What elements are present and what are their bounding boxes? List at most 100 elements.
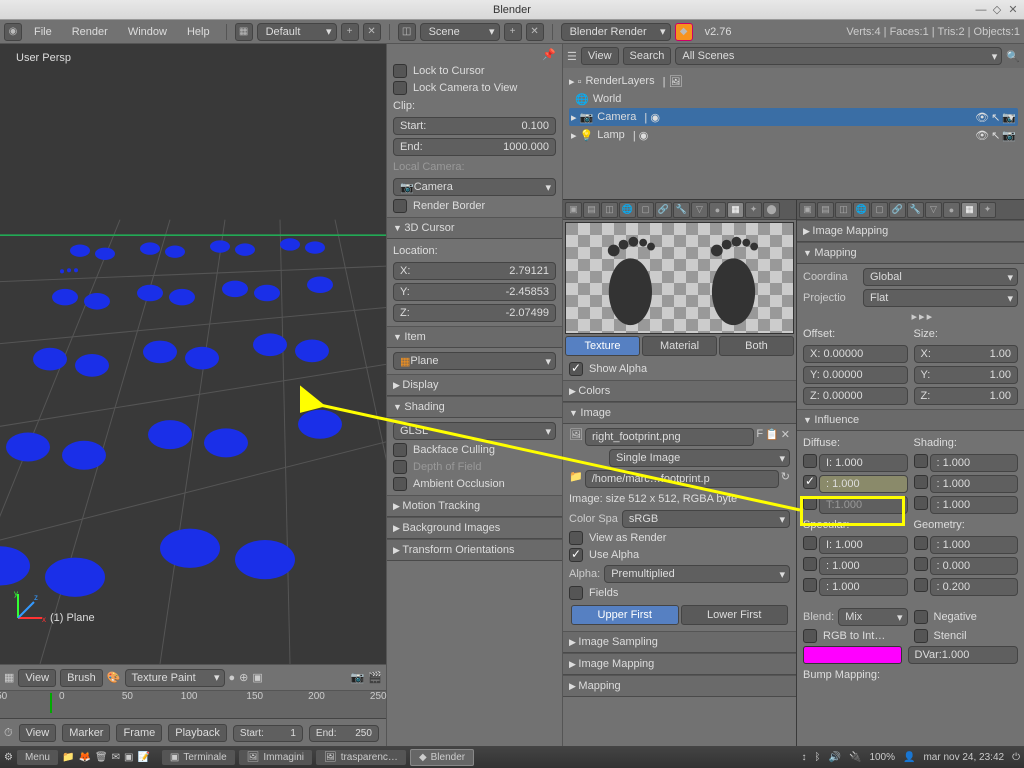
mapping-panel-2[interactable]: Mapping [563,675,796,697]
menu-window[interactable]: Window [120,24,175,40]
timeline-ruler[interactable]: -50 0 50 100 150 200 250 [0,691,386,719]
folder-icon[interactable]: 📁 [569,470,583,488]
pivot-icon[interactable]: ⊕ [239,671,248,684]
image-panel[interactable]: Image [563,402,796,424]
outliner-row-renderlayers[interactable]: ▸ ▫ RenderLayers| 🖼 [569,72,1018,90]
outliner-filter[interactable]: All Scenes [675,47,1002,65]
clip-end-field[interactable]: End:1000.000 [393,138,556,156]
outliner-row-camera[interactable]: ▸ 📷 Camera| ◉👁↖📷 [569,108,1018,126]
outliner-view-menu[interactable]: View [581,47,619,65]
image-source-selector[interactable]: Single Image [609,449,790,467]
close-icon[interactable]: ✕ [1006,3,1020,17]
size-y-field[interactable]: Y:1.00 [914,366,1019,384]
maximize-icon[interactable]: ◇ [990,3,1004,17]
tray-bluetooth-icon[interactable]: ᛒ [815,752,821,763]
item-panel-header[interactable]: Item [387,326,562,348]
shading-mode-selector[interactable]: GLSL [393,422,556,440]
local-camera-field[interactable]: 📷 Camera [393,178,556,196]
tab-constraints-r[interactable]: 🔗 [889,202,906,218]
offset-y-field[interactable]: Y: 0.00000 [803,366,908,384]
cursor-panel-header[interactable]: 3D Cursor [387,217,562,239]
outliner-icon[interactable]: ☰ [567,50,577,63]
tray-battery-icon[interactable]: 🔌 [849,752,861,763]
image-path-field[interactable]: /home/marc…footprint.p [585,470,779,488]
ao-checkbox[interactable] [393,477,407,491]
use-alpha-checkbox[interactable] [569,548,583,562]
render-engine-selector[interactable]: Blender Render [561,23,671,41]
lower-first-button[interactable]: Lower First [681,605,789,625]
snap-icon[interactable]: ▣ [252,671,262,684]
tab-texture-r[interactable]: ▦ [961,202,978,218]
geom-normal-check[interactable] [914,536,928,550]
shading-emit-field[interactable]: : 1.000 [930,475,1019,493]
tab-data[interactable]: ▽ [691,202,708,218]
3d-viewport[interactable]: User Persp (1) Plane x y z [0,44,386,664]
outliner-search-menu[interactable]: Search [623,47,672,65]
display-panel-header[interactable]: Display [387,374,562,396]
lock-cursor-checkbox[interactable] [393,64,407,78]
remove-scene-button[interactable]: ✕ [526,23,544,41]
preview-texture-tab[interactable]: Texture [565,336,640,356]
eye-icon[interactable]: 👁 [975,111,989,124]
tab-render-r[interactable]: ▣ [799,202,816,218]
eye-icon[interactable]: 👁 [975,129,989,142]
tab-object-r[interactable]: ▢ [871,202,888,218]
axis-x-button[interactable]: ▸ [912,310,918,323]
tray-shutdown-icon[interactable]: ⏻ [1012,752,1020,763]
spec-color-field[interactable]: : 1.000 [819,557,908,575]
tab-modifiers-r[interactable]: 🔧 [907,202,924,218]
image-mapping-panel[interactable]: Image Mapping [563,653,796,675]
influence-hdr[interactable]: Influence [797,409,1024,431]
spec-hardness-check[interactable] [803,578,817,592]
colorspace-selector[interactable]: sRGB [622,510,790,528]
cursor-icon[interactable]: ↖ [991,129,1000,142]
tray-network-icon[interactable]: ↕ [802,752,807,763]
tab-physics[interactable]: ⬤ [763,202,780,218]
scene-selector[interactable]: Scene [420,23,500,41]
size-x-field[interactable]: X:1.00 [914,345,1019,363]
tab-material-r[interactable]: ● [943,202,960,218]
scene-icon[interactable]: ◫ [398,23,416,41]
taskbar-app-blender[interactable]: ◆ Blender [410,749,474,766]
shading-panel-header[interactable]: Shading [387,396,562,418]
backface-checkbox[interactable] [393,443,407,457]
quicklaunch-firefox-icon[interactable]: 🦊 [78,752,90,763]
spec-intensity-field[interactable]: I: 1.000 [819,536,908,554]
pin-icon[interactable]: 📌 [542,48,556,61]
tray-user-icon[interactable]: 👤 [903,752,915,763]
tab-material[interactable]: ● [709,202,726,218]
unlink-icon[interactable]: 📋 [765,428,779,446]
color-swatch[interactable] [803,646,902,664]
rgb-to-intensity-checkbox[interactable] [803,629,817,643]
fields-checkbox[interactable] [569,586,583,600]
geom-displace-check[interactable] [914,578,928,592]
diffuse-alpha-field[interactable]: : 1.000 [819,475,908,493]
frame-end-field[interactable]: End:250 [309,725,379,742]
stencil-checkbox[interactable] [914,629,928,643]
tab-scene-r[interactable]: ◫ [835,202,852,218]
bg-images-panel-header[interactable]: Background Images [387,517,562,539]
image-sampling-panel[interactable]: Image Sampling [563,631,796,653]
mode-selector[interactable]: Texture Paint [125,669,225,687]
screen-layout-icon[interactable]: ▦ [235,23,253,41]
tab-particles-r[interactable]: ✦ [979,202,996,218]
quicklaunch-terminal-icon[interactable]: ▣ [124,752,133,763]
image-mapping-hdr[interactable]: Image Mapping [797,220,1024,242]
negative-checkbox[interactable] [914,610,928,624]
view-as-render-checkbox[interactable] [569,531,583,545]
preview-both-tab[interactable]: Both [719,336,794,356]
timeline-editor-icon[interactable]: ⏱ [4,727,13,740]
spec-hardness-field[interactable]: : 1.000 [819,578,908,596]
spec-intensity-check[interactable] [803,536,817,550]
start-menu-button[interactable]: Menu [17,750,58,765]
tray-volume-icon[interactable]: 🔊 [829,752,841,763]
blend-selector[interactable]: Mix [838,608,907,626]
projection-selector[interactable]: Flat [863,289,1018,307]
add-layout-button[interactable]: + [341,23,359,41]
frame-start-field[interactable]: Start:1 [233,725,303,742]
playhead[interactable] [50,693,52,713]
upper-first-button[interactable]: Upper First [571,605,679,625]
shading-ambient-field[interactable]: : 1.000 [930,454,1019,472]
quicklaunch-trash-icon[interactable]: 🗑 [95,752,108,763]
offset-z-field[interactable]: Z: 0.00000 [803,387,908,405]
